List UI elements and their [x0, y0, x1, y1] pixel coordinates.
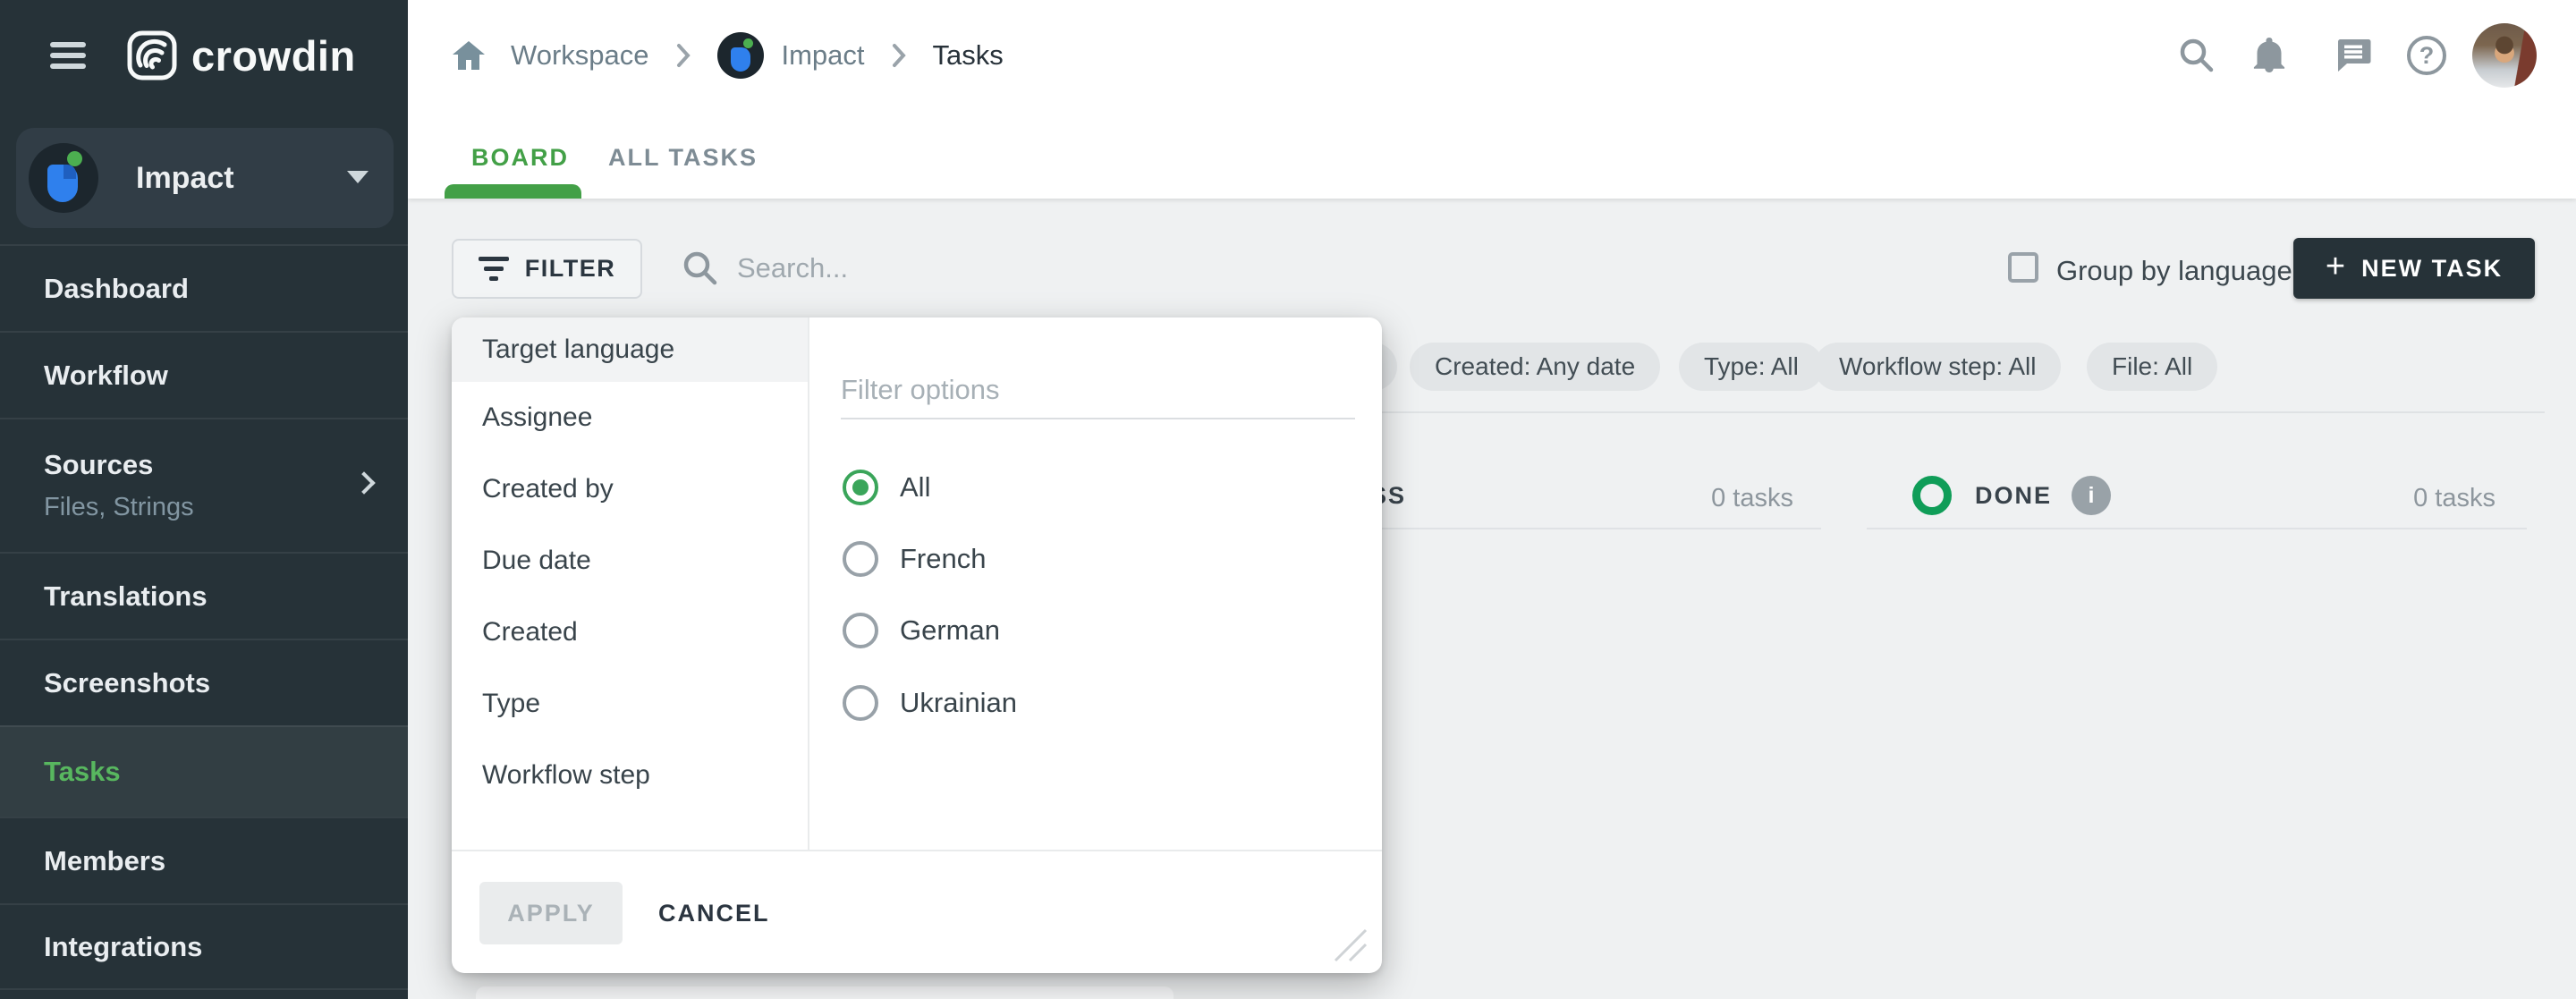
project-selector[interactable]: Impact	[16, 128, 394, 228]
filter-category-created-by[interactable]: Created by	[452, 453, 808, 525]
sidebar-item-members[interactable]: Members	[0, 817, 408, 903]
radio-option-ukrainian[interactable]: Ukrainian	[843, 685, 1017, 721]
filter-dropdown: Target language Assignee Created by Due …	[452, 317, 1382, 973]
column-title-done: DONE	[1975, 482, 2052, 510]
sidebar-item-workflow[interactable]: Workflow	[0, 331, 408, 418]
chip-created[interactable]: Created: Any date	[1410, 343, 1660, 391]
crowdin-wordmark: crowdin	[191, 31, 356, 80]
sidebar-header: crowdin	[0, 0, 408, 114]
peeking-card	[476, 986, 1174, 999]
project-name: Impact	[136, 161, 234, 196]
home-icon[interactable]	[452, 40, 486, 71]
filter-category-created[interactable]: Created	[452, 597, 808, 668]
tab-board[interactable]: BOARD	[471, 144, 569, 172]
user-avatar[interactable]	[2472, 23, 2537, 88]
group-by-language-label: Group by language	[2056, 255, 2292, 287]
tasks-search-input[interactable]	[737, 239, 1238, 298]
column-divider	[1867, 528, 2527, 529]
column-count: 0 tasks	[2413, 484, 2496, 513]
radio-icon	[843, 613, 878, 648]
filter-category-due-date[interactable]: Due date	[452, 525, 808, 597]
radio-icon	[843, 685, 878, 721]
sidebar-item-translations[interactable]: Translations	[0, 552, 408, 639]
top-header: Workspace Impact Tasks ? BOARD	[408, 0, 2576, 199]
breadcrumb: Workspace Impact Tasks	[452, 30, 1004, 80]
breadcrumb-workspace[interactable]: Workspace	[511, 39, 649, 72]
radio-option-french[interactable]: French	[843, 541, 986, 577]
radio-icon	[843, 541, 878, 577]
search-icon[interactable]	[2177, 36, 2216, 75]
search-icon	[681, 249, 720, 288]
filter-category-workflow-step[interactable]: Workflow step	[452, 740, 808, 811]
filter-button[interactable]: FILTER	[452, 239, 642, 299]
crowdin-logo[interactable]: crowdin	[127, 30, 356, 80]
sidebar: crowdin Impact Dashboard Workflow Source…	[0, 0, 408, 999]
sidebar-nav: Dashboard Workflow Sources Files, String…	[0, 244, 408, 990]
sidebar-item-dashboard[interactable]: Dashboard	[0, 244, 408, 331]
menu-icon[interactable]	[50, 42, 86, 69]
sidebar-item-sources[interactable]: Sources Files, Strings	[0, 418, 408, 552]
breadcrumb-project-avatar	[717, 32, 764, 79]
crowdin-app: crowdin Impact Dashboard Workflow Source…	[0, 0, 2576, 999]
filter-category-list: Target language Assignee Created by Due …	[452, 317, 809, 850]
project-avatar	[29, 143, 98, 213]
radio-option-german[interactable]: German	[843, 613, 1000, 648]
filter-icon	[479, 257, 509, 281]
filter-category-type[interactable]: Type	[452, 668, 808, 740]
sidebar-item-screenshots[interactable]: Screenshots	[0, 639, 408, 725]
filter-options-panel: All French German Ukrainian	[811, 317, 1382, 850]
radio-option-all[interactable]: All	[843, 470, 930, 505]
chip-type[interactable]: Type: All	[1679, 343, 1824, 391]
sidebar-item-tasks[interactable]: Tasks	[0, 725, 408, 817]
apply-button[interactable]: APPLY	[479, 882, 623, 944]
project-status-dot	[67, 151, 82, 166]
filter-dropdown-footer: APPLY CANCEL	[452, 850, 1382, 973]
chevron-down-icon	[347, 171, 369, 183]
tab-all-tasks[interactable]: ALL TASKS	[608, 144, 758, 172]
group-by-language-checkbox[interactable]	[2008, 252, 2038, 283]
radio-selected-icon	[843, 470, 878, 505]
plus-icon: +	[2326, 250, 2345, 284]
breadcrumb-project[interactable]: Impact	[782, 39, 865, 72]
sidebar-item-integrations[interactable]: Integrations	[0, 903, 408, 990]
messages-icon[interactable]	[2334, 36, 2373, 75]
info-icon[interactable]: i	[2072, 476, 2111, 515]
filter-options-search-input[interactable]	[841, 362, 1355, 419]
chevron-right-icon	[676, 43, 691, 68]
cancel-button[interactable]: CANCEL	[658, 882, 770, 944]
help-icon[interactable]: ?	[2407, 36, 2446, 75]
new-task-button[interactable]: + NEW TASK	[2293, 238, 2535, 299]
chevron-right-icon	[892, 43, 906, 68]
crowdin-logo-icon	[127, 30, 177, 80]
filter-category-assignee[interactable]: Assignee	[452, 382, 808, 453]
column-count: 0 tasks	[1711, 484, 1793, 513]
resize-handle[interactable]	[1328, 923, 1369, 964]
active-tab-indicator	[445, 184, 581, 199]
filter-category-target-language[interactable]: Target language	[452, 317, 808, 382]
breadcrumb-current: Tasks	[933, 39, 1004, 72]
chip-file[interactable]: File: All	[2087, 343, 2217, 391]
notifications-bell-icon[interactable]	[2250, 36, 2289, 75]
sources-sublabel: Files, Strings	[44, 493, 408, 522]
done-status-ring-icon	[1912, 476, 1952, 515]
chip-workflow-step[interactable]: Workflow step: All	[1814, 343, 2061, 391]
